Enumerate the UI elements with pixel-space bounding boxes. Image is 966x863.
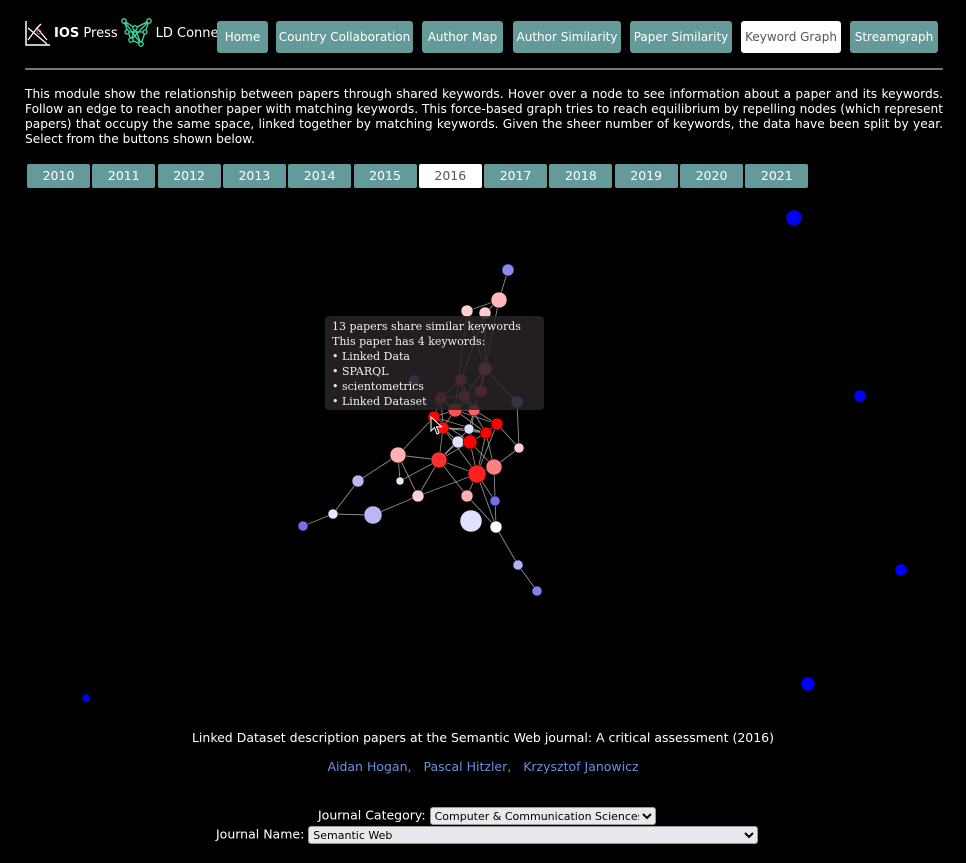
tooltip-keyword: • Linked Dataset [332,395,427,408]
author-list: Aidan Hogan, Pascal Hitzler, Krzysztof J… [0,759,966,774]
paper-node[interactable] [460,489,474,503]
tooltip-shared-count: 13 papers share similar keywords [332,320,521,333]
year-button-2019[interactable]: 2019 [614,164,678,188]
tooltip-keyword: • Linked Data [332,350,410,363]
paper-node[interactable] [531,585,543,597]
year-button-2016[interactable]: 2016 [418,164,482,188]
ld-connect-network-icon [120,18,152,47]
paper-node[interactable] [894,563,908,577]
paper-node[interactable] [451,435,465,449]
tooltip-keyword: • scientometrics [332,380,424,393]
paper-node[interactable] [800,676,816,692]
paper-node[interactable] [513,442,525,454]
year-button-2012[interactable]: 2012 [157,164,221,188]
nav-keyword-graph[interactable]: Keyword Graph [741,21,841,53]
year-button-2017[interactable]: 2017 [484,164,548,188]
paper-node[interactable] [463,423,475,435]
journal-category-label: Journal Category: [318,807,426,823]
paper-node[interactable] [395,476,405,486]
paper-node[interactable] [489,495,501,507]
paper-node[interactable] [459,509,483,533]
paper-node[interactable] [363,505,383,525]
logo-ios-text: IOS Press [54,25,118,41]
paper-node[interactable] [479,426,493,440]
year-button-2010[interactable]: 2010 [27,164,90,188]
year-button-2018[interactable]: 2018 [549,164,613,188]
nav-streamgraph[interactable]: Streamgraph [850,21,938,53]
year-button-2015[interactable]: 2015 [353,164,417,188]
paper-node[interactable] [297,520,309,532]
year-button-2013[interactable]: 2013 [222,164,286,188]
logo[interactable]: IOS Press LD Connect [25,18,231,48]
paper-node[interactable] [389,446,407,464]
paper-node[interactable] [462,434,478,450]
paper-node[interactable] [490,417,504,431]
nav-paper-similarity[interactable]: Paper Similarity [630,21,732,53]
paper-node[interactable] [490,291,508,309]
paper-node[interactable] [785,209,803,227]
node-tooltip: 13 papers share similar keywords This pa… [325,316,544,410]
nav-author-map[interactable]: Author Map [422,21,503,53]
ios-press-logo-icon [25,21,50,46]
author-link[interactable]: Pascal Hitzler, [423,759,511,774]
keyword-force-graph[interactable] [0,195,966,715]
paper-node[interactable] [485,458,503,476]
nav-home[interactable]: Home [217,21,268,53]
journal-category-select[interactable]: Computer & Communication Sciences [429,807,656,825]
tooltip-keyword: • SPARQL [332,365,389,378]
year-button-2014[interactable]: 2014 [288,164,352,188]
paper-node[interactable] [327,508,339,520]
paper-node[interactable] [501,263,515,277]
tooltip-keyword-count: This paper has 4 keywords: [332,335,486,348]
year-button-2020[interactable]: 2020 [680,164,743,188]
paper-node[interactable] [430,451,448,469]
journal-name-row: Journal Name: Semantic Web [216,826,759,844]
year-button-2011[interactable]: 2011 [92,164,156,188]
journal-category-row: Journal Category: Computer & Communicati… [318,807,656,825]
paper-node[interactable] [351,474,365,488]
nav-country-collaboration[interactable]: Country Collaboration [276,21,413,53]
paper-node[interactable] [81,693,91,703]
paper-node[interactable] [489,520,503,534]
module-description: This module show the relationship betwee… [25,87,943,146]
paper-title: Linked Dataset description papers at the… [191,730,775,745]
author-link[interactable]: Krzysztof Janowicz [523,759,638,774]
journal-name-label: Journal Name: [216,826,305,842]
paper-node[interactable] [512,559,524,571]
graph-edge [495,526,519,566]
year-button-2021[interactable]: 2021 [745,164,809,188]
nav-author-similarity[interactable]: Author Similarity [513,21,621,53]
paper-node[interactable] [411,489,425,503]
paper-node[interactable] [853,389,867,403]
journal-name-select[interactable]: Semantic Web [308,826,759,844]
paper-node[interactable] [467,464,487,484]
author-link[interactable]: Aidan Hogan, [327,759,411,774]
header: IOS Press LD Connect Home Country Collab… [25,18,943,70]
mouse-cursor-icon [430,416,443,435]
